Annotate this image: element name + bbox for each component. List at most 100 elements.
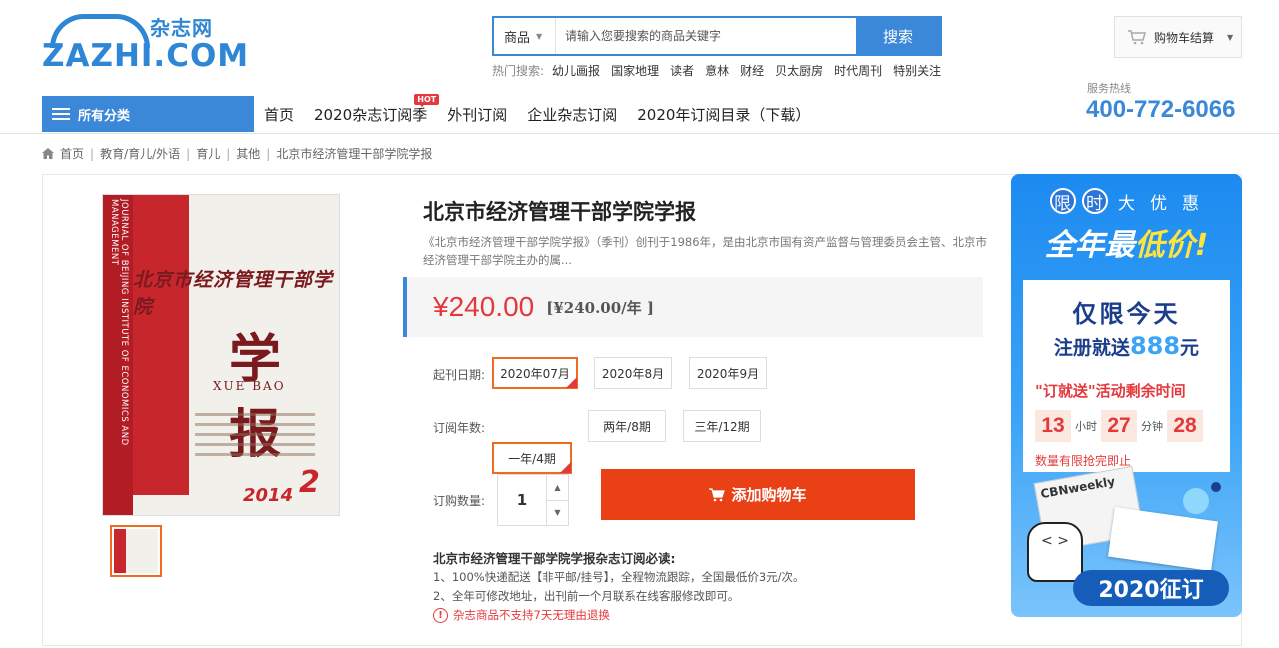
promo-pill: 2020征订 xyxy=(1073,570,1229,606)
breadcrumb-separator: | xyxy=(90,146,95,161)
hotline-number: 400-772-6066 xyxy=(1086,96,1236,123)
subscription-notice: 北京市经济管理干部学院学报杂志订阅必读: 1、100%快递配送【非平邮/挂号】，… xyxy=(433,549,805,625)
notice-line: 1、100%快递配送【非平邮/挂号】，全程物流跟踪，全国最低价3元/次。 xyxy=(433,570,805,584)
price-box: ¥240.00 [¥240.00/年 ] xyxy=(403,277,983,337)
nav-item-home[interactable]: 首页 xyxy=(264,104,294,125)
nav-item-catalog[interactable]: 2020年订阅目录（下载） xyxy=(637,104,810,125)
search-category-select[interactable]: 商品 ▼ xyxy=(494,18,556,54)
cover-cn-title: 北京市经济管理干部学院 xyxy=(133,269,334,318)
quantity-value[interactable]: 1 xyxy=(498,475,546,525)
hot-search-link[interactable]: 幼儿画报 xyxy=(552,62,600,79)
promo-char: 优 xyxy=(1150,193,1167,214)
start-date-option[interactable]: 2020年9月 xyxy=(689,357,767,389)
increment-icon[interactable]: ▲ xyxy=(547,475,568,501)
price-per-year: [¥240.00/年 ] xyxy=(546,298,654,317)
promo-char: 限 xyxy=(1049,188,1076,214)
chevron-down-icon: ▼ xyxy=(536,31,543,41)
cover-thumbnail[interactable] xyxy=(110,525,162,577)
nav-item-enterprise[interactable]: 企业杂志订阅 xyxy=(527,104,617,125)
promo-limited-note: 数量有限抢完即止 xyxy=(1035,454,1132,468)
breadcrumb-item[interactable]: 育儿 xyxy=(196,145,220,162)
hot-search-link[interactable]: 读者 xyxy=(670,62,694,79)
promo-headline-pre: 全年最 xyxy=(1044,228,1135,263)
nav-item-foreign[interactable]: 外刊订阅 xyxy=(447,104,507,125)
promo-countdown-title: "订就送"活动剩余时间 xyxy=(1035,382,1186,400)
promo-card-amount: 888 xyxy=(1129,332,1181,360)
breadcrumb: 首页 | 教育/育儿/外语 | 育儿 | 其他 | 北京市经济管理干部学院学报 xyxy=(42,145,432,162)
search-bar: 商品 ▼ 搜索 xyxy=(492,16,942,56)
cover-red-block xyxy=(133,195,189,495)
hot-badge: HOT xyxy=(414,93,440,107)
countdown-minutes-label: 分钟 xyxy=(1141,420,1163,433)
cover-issue: 2 xyxy=(299,465,320,500)
cart-button[interactable]: 购物车结算 ▼ xyxy=(1114,16,1242,58)
promo-banner[interactable]: 限 时 大 优 惠 全年最低价! 仅限今天 注册就送888元 "订就送"活动剩余… xyxy=(1011,174,1242,617)
countdown-hours-label: 小时 xyxy=(1075,420,1097,433)
add-to-cart-button[interactable]: 添加购物车 xyxy=(601,469,915,520)
cover-year: 2014 xyxy=(243,485,294,506)
cart-icon xyxy=(1128,30,1146,45)
decrement-icon[interactable]: ▼ xyxy=(547,501,568,526)
search-input[interactable] xyxy=(556,18,856,54)
promo-top-chars: 限 时 大 优 惠 xyxy=(1011,188,1242,214)
cart-label: 购物车结算 xyxy=(1154,30,1215,45)
hot-search-link[interactable]: 国家地理 xyxy=(611,62,659,79)
promo-char: 时 xyxy=(1081,188,1108,214)
hot-search-link[interactable]: 时代周刊 xyxy=(834,62,882,79)
hot-search-link[interactable]: 财经 xyxy=(740,62,764,79)
start-date-label: 起刊日期: xyxy=(433,368,486,382)
breadcrumb-separator: | xyxy=(186,146,191,161)
product-cover-image[interactable]: JOURNAL OF BEIJING INSTITUTE OF ECONOMIC… xyxy=(102,194,340,516)
main-nav: 首页 2020杂志订阅季 HOT 外刊订阅 企业杂志订阅 2020年订阅目录（下… xyxy=(264,93,810,132)
hot-search: 热门搜索: 幼儿画报 国家地理 读者 意林 财经 贝太厨房 时代周刊 特别关注 xyxy=(492,62,941,79)
years-option[interactable]: 三年/12期 xyxy=(683,410,761,442)
cover-english-title: JOURNAL OF BEIJING INSTITUTE OF ECONOMIC… xyxy=(109,199,129,446)
promo-card-subtitle-post: 元 xyxy=(1180,337,1200,359)
all-categories-label: 所有分类 xyxy=(78,108,131,124)
promo-countdown: 13 小时 27 分钟 28 xyxy=(1035,410,1203,442)
promo-char: 大 xyxy=(1118,193,1135,214)
bubble-decoration xyxy=(1183,488,1209,514)
cover-contents-lines xyxy=(195,413,315,463)
countdown-hours: 13 xyxy=(1035,410,1071,442)
years-option[interactable]: 一年/4期 xyxy=(492,442,572,474)
promo-card-subtitle: 注册就送888元 xyxy=(1023,332,1230,360)
return-warning: ! 杂志商品不支持7天无理由退换 xyxy=(433,606,805,625)
site-logo[interactable]: 杂志网 ZAZHI.COM xyxy=(42,12,248,74)
dot-decoration xyxy=(1211,482,1221,492)
nav-item-label: 2020杂志订阅季 xyxy=(314,105,428,124)
home-icon xyxy=(42,148,54,159)
all-categories-button[interactable]: 所有分类 xyxy=(42,96,254,132)
search-button[interactable]: 搜索 xyxy=(856,18,940,54)
years-option[interactable]: 两年/8期 xyxy=(588,410,666,442)
nav-item-subscription-season[interactable]: 2020杂志订阅季 HOT xyxy=(314,93,440,125)
quantity-stepper[interactable]: 1 ▲ ▼ xyxy=(497,474,569,526)
start-date-option[interactable]: 2020年8月 xyxy=(594,357,672,389)
notice-heading: 北京市经济管理干部学院学报杂志订阅必读: xyxy=(433,551,676,566)
hot-search-link[interactable]: 贝太厨房 xyxy=(775,62,823,79)
promo-card: 仅限今天 注册就送888元 "订就送"活动剩余时间 13 小时 27 分钟 28… xyxy=(1023,280,1230,472)
return-warning-text: 杂志商品不支持7天无理由退换 xyxy=(453,608,610,622)
warning-icon: ! xyxy=(433,608,448,623)
promo-card-subtitle-pre: 注册就送 xyxy=(1053,337,1130,359)
header-divider xyxy=(0,133,1279,134)
breadcrumb-current: 北京市经济管理干部学院学报 xyxy=(276,147,433,161)
breadcrumb-item[interactable]: 教育/育儿/外语 xyxy=(100,145,180,162)
countdown-minutes: 27 xyxy=(1101,410,1137,442)
hot-search-link[interactable]: 意林 xyxy=(705,62,729,79)
product-price: ¥240.00 xyxy=(433,291,535,322)
add-to-cart-label: 添加购物车 xyxy=(731,486,807,504)
breadcrumb-item[interactable]: 首页 xyxy=(60,145,84,162)
logo-cn-text: 杂志网 xyxy=(150,16,213,40)
qty-label: 订购数量: xyxy=(433,494,486,508)
notice-line: 2、全年可修改地址，出刊前一个月联系在线客服修改即可。 xyxy=(433,589,740,603)
cart-icon xyxy=(709,487,726,501)
breadcrumb-item[interactable]: 其他 xyxy=(236,145,260,162)
years-label: 订阅年数: xyxy=(433,421,486,435)
start-date-option[interactable]: 2020年07月 xyxy=(492,357,578,389)
breadcrumb-separator: | xyxy=(226,146,231,161)
hotline-label: 服务热线 xyxy=(1087,82,1131,95)
search-category-label: 商品 xyxy=(504,30,531,46)
hot-search-link[interactable]: 特别关注 xyxy=(893,62,941,79)
product-title: 北京市经济管理干部学院学报 xyxy=(423,200,696,224)
